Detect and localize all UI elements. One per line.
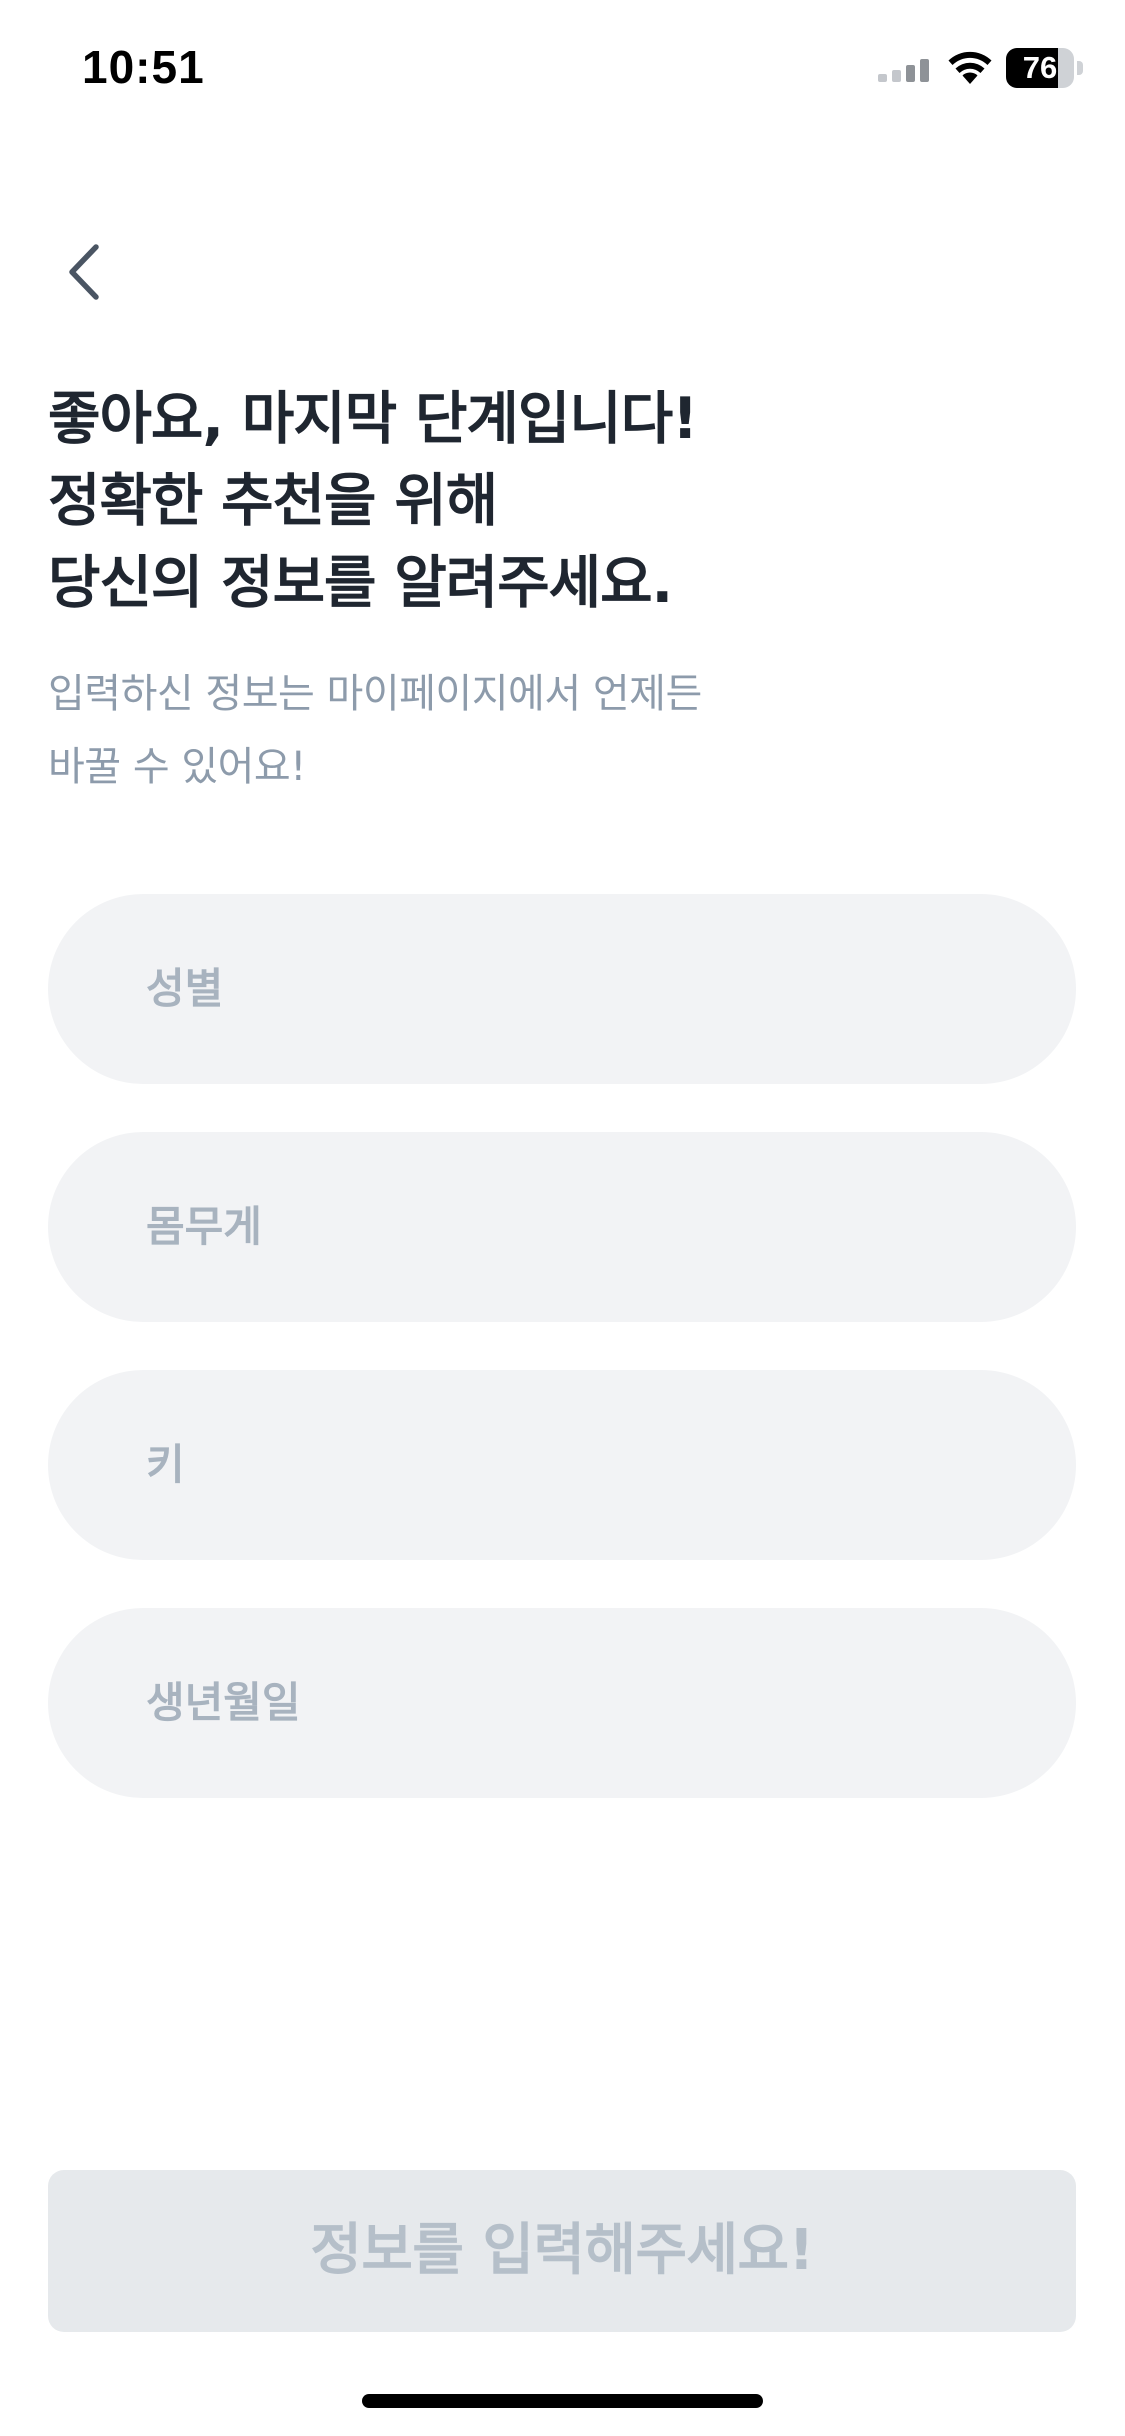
- status-time: 10:51: [82, 41, 205, 93]
- page-description-line-1: 입력하신 정보는 마이페이지에서 언제든: [48, 671, 702, 717]
- wifi-icon: [948, 51, 992, 84]
- page-title-line-3: 당신의 정보를 알려주세요.: [48, 550, 673, 616]
- height-field[interactable]: 키: [48, 1370, 1076, 1560]
- height-placeholder: 키: [146, 1440, 185, 1489]
- birthdate-placeholder: 생년월일: [146, 1678, 301, 1727]
- signal-icon: [878, 59, 929, 82]
- weight-placeholder: 몸무게: [146, 1202, 262, 1251]
- battery-icon: 76: [1006, 48, 1084, 88]
- birthdate-field[interactable]: 생년월일: [48, 1608, 1076, 1798]
- page-title-line-1: 좋아요, 마지막 단계입니다!: [48, 386, 698, 452]
- battery-percent: 76: [1022, 50, 1058, 85]
- home-indicator[interactable]: [362, 2394, 763, 2408]
- status-bar: 10:51 76: [0, 0, 1125, 140]
- gender-placeholder: 성별: [146, 964, 224, 1013]
- page-title-line-2: 정확한 추천을 위해: [48, 468, 498, 534]
- weight-field[interactable]: 몸무게: [48, 1132, 1076, 1322]
- page-title: 좋아요, 마지막 단계입니다! 정확한 추천을 위해 당신의 정보를 알려주세요…: [48, 378, 1078, 624]
- page-description: 입력하신 정보는 마이페이지에서 언제든 바꿀 수 있어요!: [48, 658, 1078, 804]
- page-description-line-2: 바꿀 수 있어요!: [48, 744, 306, 790]
- submit-button[interactable]: 정보를 입력해주세요!: [48, 2170, 1076, 2332]
- back-button[interactable]: [50, 230, 120, 310]
- chevron-left-icon: [69, 244, 99, 300]
- gender-field[interactable]: 성별: [48, 894, 1076, 1084]
